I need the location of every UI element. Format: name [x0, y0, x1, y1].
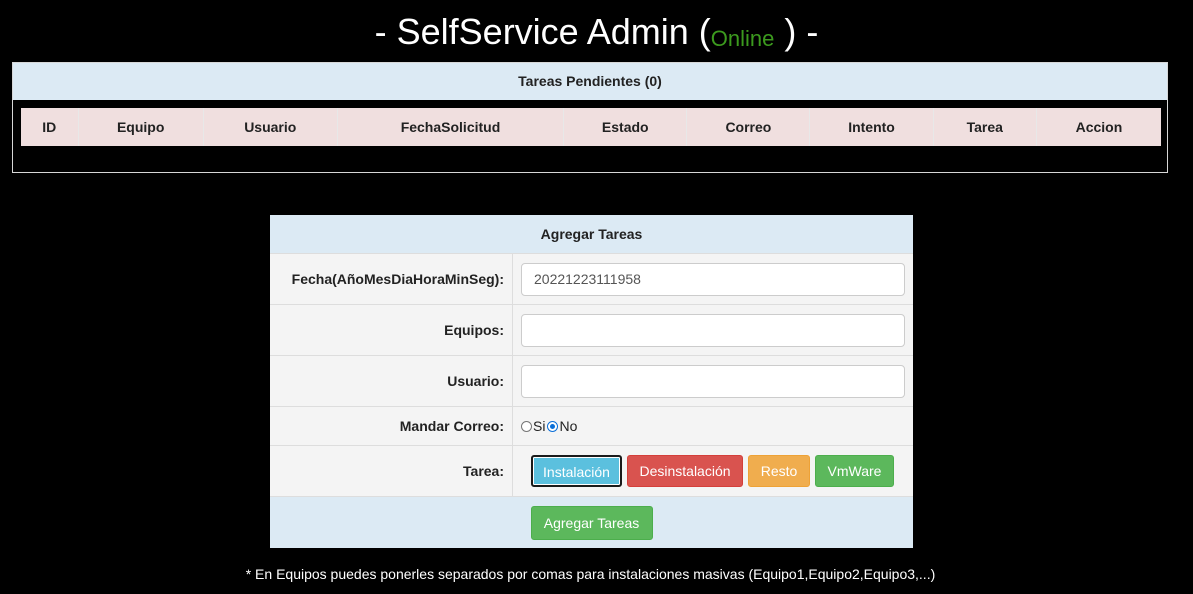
fecha-input[interactable]: 20221223111958: [521, 262, 905, 296]
correo-si-label: Si: [533, 418, 546, 434]
correo-no-radio[interactable]: [547, 420, 559, 432]
form-footer: Agregar Tareas: [270, 496, 913, 548]
pending-tasks-panel: Tareas Pendientes (0) ID Equipo Usuario …: [12, 62, 1168, 173]
column-header-correo: Correo: [687, 108, 811, 146]
tarea-row: Tarea: Instalación Desinstalación Resto …: [270, 445, 913, 496]
add-task-form: Agregar Tareas Fecha(AñoMesDiaHoraMinSeg…: [270, 215, 913, 548]
column-header-estado: Estado: [564, 108, 688, 146]
equipos-label: Equipos:: [270, 305, 513, 355]
column-header-id: ID: [21, 108, 79, 146]
usuario-row: Usuario:: [270, 355, 913, 406]
footnote: * En Equipos puedes ponerles separados p…: [245, 566, 936, 582]
correo-si-radio[interactable]: [521, 420, 532, 432]
title-prefix: - SelfService Admin (: [374, 11, 711, 52]
column-header-fechasolicitud: FechaSolicitud: [338, 108, 565, 146]
column-header-equipo: Equipo: [79, 108, 204, 146]
column-header-usuario: Usuario: [204, 108, 338, 146]
usuario-label: Usuario:: [270, 356, 513, 406]
column-header-accion: Accion: [1075, 119, 1123, 135]
fecha-row: Fecha(AñoMesDiaHoraMinSeg): 202212231119…: [270, 253, 913, 304]
fecha-label: Fecha(AñoMesDiaHoraMinSeg):: [270, 254, 513, 304]
agregar-tareas-button[interactable]: Agregar Tareas: [530, 505, 653, 540]
status-indicator: Online: [710, 26, 775, 51]
equipos-input[interactable]: [521, 313, 905, 347]
page-title: - SelfService Admin (Online ) -: [0, 10, 1193, 61]
resto-button[interactable]: Resto: [748, 455, 810, 487]
pending-tasks-title: Tareas Pendientes (0): [13, 63, 1167, 100]
correo-label: Mandar Correo:: [270, 407, 513, 445]
correo-row: Mandar Correo: Si No: [270, 406, 913, 445]
instalacion-button[interactable]: Instalación: [531, 455, 622, 487]
vmware-button[interactable]: VmWare: [815, 455, 894, 487]
equipos-row: Equipos:: [270, 304, 913, 355]
pending-tasks-table-header: ID Equipo Usuario FechaSolicitud Estado …: [21, 108, 1161, 146]
column-header-tarea: Tarea: [934, 108, 1037, 146]
desinstalacion-button[interactable]: Desinstalación: [627, 455, 743, 487]
tarea-label: Tarea:: [270, 446, 513, 496]
column-header-intento: Intento: [810, 108, 934, 146]
correo-no-label: No: [559, 418, 578, 434]
add-task-title: Agregar Tareas: [270, 215, 913, 253]
usuario-input[interactable]: [521, 364, 905, 398]
title-suffix: ) -: [774, 11, 819, 52]
